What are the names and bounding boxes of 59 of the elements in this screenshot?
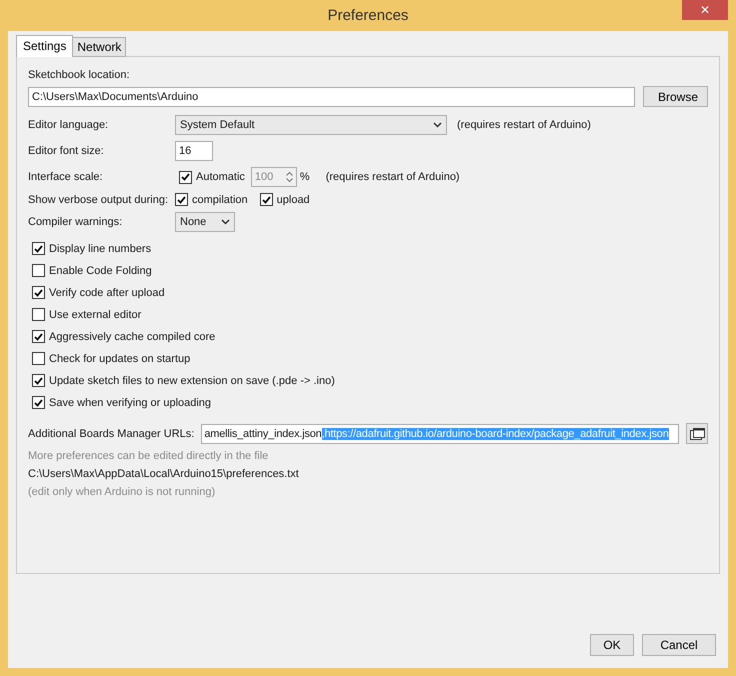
option-label: Enable Code Folding — [49, 264, 152, 276]
option-label: Check for updates on startup — [49, 352, 190, 364]
checkbox[interactable] — [260, 193, 273, 206]
dropdown[interactable]: System Default — [175, 115, 447, 135]
check-icon — [34, 288, 43, 296]
checkbox[interactable] — [32, 242, 45, 255]
field-label: Editor language: — [28, 119, 110, 131]
check-icon — [181, 173, 190, 181]
checkbox[interactable] — [32, 286, 45, 299]
note-text: C:\Users\Max\AppData\Local\Arduino15\preferences.txt — [28, 468, 300, 480]
checkbox[interactable] — [32, 308, 45, 321]
checkbox[interactable] — [32, 374, 45, 387]
checkbox[interactable] — [32, 330, 45, 343]
check-icon — [34, 244, 43, 252]
note-text: (edit only when Arduino is not running) — [28, 486, 216, 498]
urls-field[interactable]: amellis_attiny_index.json,https://adafruit.github.io/arduino-board-index/package_adafruit_index.json — [201, 424, 679, 444]
option-label: Aggressively cache compiled core — [49, 330, 216, 342]
note-text: (requires restart of Arduino) — [457, 119, 591, 131]
checkbox[interactable] — [32, 352, 45, 365]
note-text: More preferences can be edited directly in the file — [28, 450, 270, 462]
checkbox[interactable] — [32, 264, 45, 277]
tab[interactable]: Settings — [16, 35, 74, 57]
edit-list-button[interactable] — [686, 423, 708, 444]
field-label: Interface scale: — [28, 171, 104, 183]
unit-label: % — [300, 171, 310, 183]
option-label: Use external editor — [49, 308, 142, 320]
browse-button[interactable]: Browse — [643, 86, 708, 107]
input-field[interactable]: C:\Users\Max\Documents\Arduino — [28, 86, 635, 106]
dialog-button[interactable]: OK — [590, 634, 634, 656]
field-label: Additional Boards Manager URLs: — [28, 428, 194, 440]
dropdown[interactable]: None — [175, 212, 235, 232]
close-button[interactable]: ✕ — [682, 0, 728, 20]
checkbox-label: compilation — [192, 194, 248, 206]
option-label: Update sketch files to new extension on save (.pde -> .ino) — [49, 374, 335, 386]
caret-icon — [433, 122, 442, 128]
check-icon — [34, 332, 43, 340]
check-icon — [262, 196, 271, 204]
check-icon — [177, 196, 186, 204]
caret-icon — [221, 219, 230, 225]
check-icon — [34, 398, 43, 406]
dialog-button[interactable]: Cancel — [642, 634, 716, 656]
tab[interactable]: Network — [72, 37, 126, 57]
option-label: Display line numbers — [49, 242, 152, 254]
field-label: Editor font size: — [28, 145, 105, 157]
checkbox-label: upload — [276, 194, 310, 206]
field-label: Compiler warnings: — [28, 216, 124, 228]
input-field[interactable]: 16 — [175, 141, 213, 161]
spinner-arrows-icon — [286, 171, 293, 183]
checkbox[interactable] — [175, 193, 188, 206]
note-text: (requires restart of Arduino) — [326, 171, 460, 183]
window-title: Preferences — [328, 7, 408, 24]
option-label: Verify code after upload — [49, 286, 165, 298]
check-icon — [34, 376, 43, 384]
option-label: Save when verifying or uploading — [49, 396, 212, 408]
field-label: Sketchbook location: — [28, 69, 131, 81]
field-label: Show verbose output during: — [28, 194, 170, 206]
checkbox[interactable] — [32, 396, 45, 409]
checkbox-label: Automatic — [196, 171, 245, 183]
windows-icon — [690, 428, 704, 440]
